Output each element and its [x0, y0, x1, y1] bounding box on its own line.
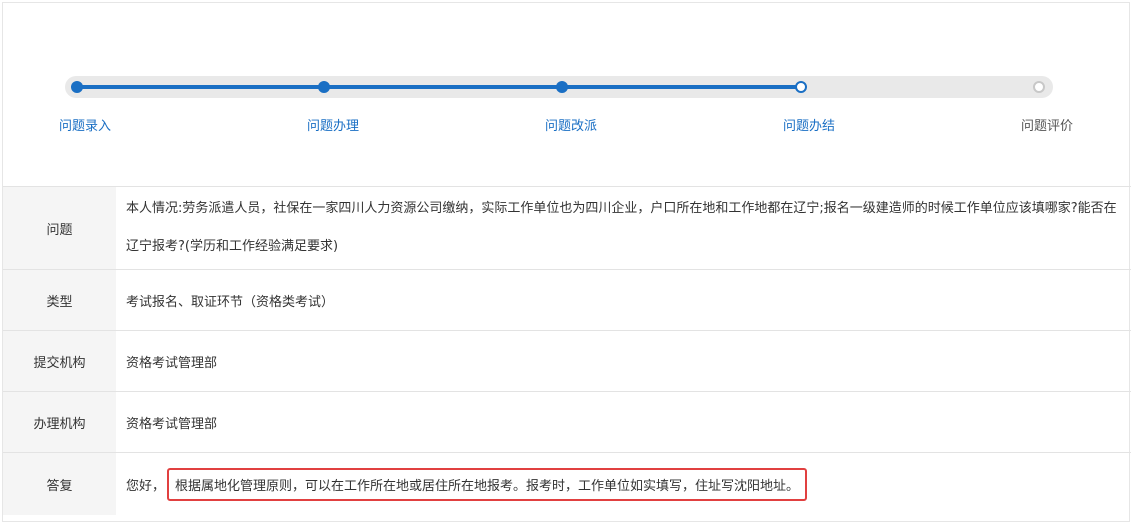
type-label: 类型 — [3, 270, 116, 330]
step-label-evaluate: 问题评价 — [1020, 119, 1074, 134]
row-type: 类型 考试报名、取证环节（资格类考试） — [3, 269, 1131, 330]
question-label: 问题 — [3, 187, 116, 269]
step-node-entry — [71, 81, 83, 93]
answer-greeting: 您好， — [126, 478, 166, 494]
answer-label: 答复 — [3, 453, 116, 515]
step-node-handling — [318, 81, 330, 93]
consultation-detail-panel: 问题录入 问题办理 问题改派 问题办结 问题评价 问题 本人情况:劳务派遣人员，… — [2, 2, 1131, 522]
submit-org-label: 提交机构 — [3, 331, 116, 391]
progress-tracker: 问题录入 问题办理 问题改派 问题办结 问题评价 — [3, 3, 1131, 188]
step-label-entry: 问题录入 — [58, 119, 112, 134]
row-question: 问题 本人情况:劳务派遣人员，社保在一家四川人力资源公司缴纳，实际工作单位也为四… — [3, 186, 1131, 269]
handle-org-value: 资格考试管理部 — [126, 416, 218, 432]
progress-fill — [77, 85, 801, 89]
step-label-closed: 问题办结 — [782, 119, 836, 134]
question-text: 本人情况:劳务派遣人员，社保在一家四川人力资源公司缴纳，实际工作单位也为四川企业… — [126, 201, 1117, 254]
step-label-reassign: 问题改派 — [544, 119, 598, 134]
submit-org-value: 资格考试管理部 — [126, 355, 218, 371]
detail-table: 问题 本人情况:劳务派遣人员，社保在一家四川人力资源公司缴纳，实际工作单位也为四… — [3, 186, 1131, 515]
row-handle-org: 办理机构 资格考试管理部 — [3, 391, 1131, 452]
row-submit-org: 提交机构 资格考试管理部 — [3, 330, 1131, 391]
answer-value: 您好， 根据属地化管理原则，可以在工作所在地或居住所在地报考。报考时，工作单位如… — [116, 453, 1131, 515]
step-node-reassign — [556, 81, 568, 93]
answer-highlight-box: 根据属地化管理原则，可以在工作所在地或居住所在地报考。报考时，工作单位如实填写，… — [167, 467, 808, 501]
step-label-handling: 问题办理 — [306, 119, 360, 134]
type-value: 考试报名、取证环节（资格类考试） — [126, 294, 335, 310]
step-node-closed — [795, 81, 807, 93]
step-node-evaluate — [1033, 81, 1045, 93]
row-answer: 答复 您好， 根据属地化管理原则，可以在工作所在地或居住所在地报考。报考时，工作… — [3, 452, 1131, 515]
handle-org-label: 办理机构 — [3, 392, 116, 452]
